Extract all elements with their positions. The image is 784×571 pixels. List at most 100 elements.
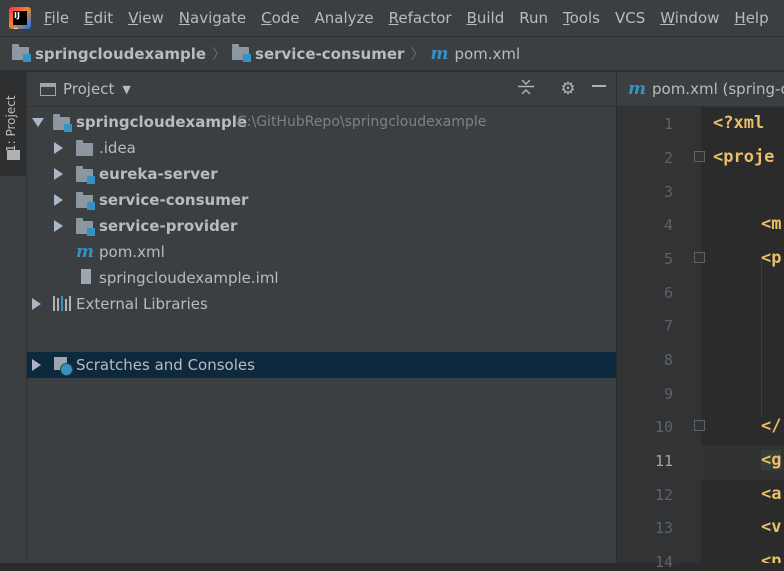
line-number: 3: [663, 183, 673, 201]
line-number: 10: [654, 418, 673, 436]
breadcrumb: springcloudexample 〉 service-consumer 〉 …: [0, 37, 784, 71]
tool-window-strip: 1: Project: [0, 72, 27, 563]
line-number: 9: [663, 385, 673, 403]
line-number: 14: [654, 553, 673, 571]
chevron-right-icon: 〉: [212, 46, 227, 63]
code-line: <a: [761, 484, 782, 504]
project-path: C:\GitHubRepo\springcloudexample: [237, 114, 487, 130]
tree-row-eureka-server[interactable]: eureka-server: [27, 161, 616, 187]
project-view-icon: [40, 82, 56, 96]
tree-row-iml[interactable]: springcloudexample.iml: [27, 265, 616, 291]
tree-label: eureka-server: [99, 165, 218, 183]
code-line: <v: [761, 517, 782, 537]
tree-label: .idea: [99, 139, 136, 157]
collapse-all-icon[interactable]: [515, 78, 537, 100]
tree-label: service-consumer: [99, 191, 249, 209]
line-number: 6: [663, 284, 673, 302]
module-folder-icon: [53, 114, 72, 132]
menu-vcs[interactable]: VCS: [615, 9, 645, 27]
menu-refactor[interactable]: Refactor: [389, 9, 452, 27]
code-line: <?xml: [713, 113, 765, 133]
chevron-down-icon[interactable]: ▼: [122, 83, 130, 96]
iml-file-icon: [81, 269, 91, 284]
breadcrumb-item-module[interactable]: service-consumer: [232, 44, 404, 63]
line-number: 1: [663, 115, 673, 133]
hide-icon[interactable]: [588, 78, 610, 100]
module-folder-icon: [76, 218, 95, 236]
code-line: <g: [761, 450, 782, 470]
project-panel: Project ▼ ⚙ springcloudexample C:\GitHub…: [27, 72, 616, 563]
tab-project[interactable]: 1: Project: [0, 72, 26, 176]
project-panel-header: Project ▼ ⚙: [27, 72, 616, 107]
code-line: </: [761, 416, 782, 436]
library-icon: [53, 296, 71, 311]
menu-edit[interactable]: Edit: [84, 9, 113, 27]
line-number: 4: [663, 216, 673, 234]
menu-bar: IJ _ File Edit View Navigate Code Analyze…: [0, 0, 784, 37]
line-number: 7: [663, 317, 673, 335]
line-number: 8: [663, 351, 673, 369]
tree-row-idea[interactable]: .idea: [27, 135, 616, 161]
menu-build[interactable]: Build: [467, 9, 505, 27]
chevron-right-icon: 〉: [410, 46, 425, 63]
menu-file[interactable]: File: [44, 9, 69, 27]
line-number: 5: [663, 250, 673, 268]
menu-navigate[interactable]: Navigate: [179, 9, 246, 27]
code-area[interactable]: <?xml <proje <m <p </ <g <a <v <p: [701, 107, 784, 563]
module-folder-icon: [76, 166, 95, 184]
chevron-right-icon[interactable]: [32, 359, 41, 371]
breadcrumb-item-project[interactable]: springcloudexample: [12, 44, 206, 63]
editor: m pom.xml (spring-c 1 2 3 4 5 6 7 8 9 10…: [617, 72, 784, 571]
menu-code[interactable]: Code: [261, 9, 299, 27]
chevron-right-icon[interactable]: [54, 220, 63, 232]
line-number-current: 11: [654, 452, 673, 470]
chevron-down-icon[interactable]: [32, 118, 44, 127]
chevron-right-icon[interactable]: [54, 194, 63, 206]
menu-help[interactable]: Help: [734, 9, 768, 27]
indent-guide: [761, 257, 762, 417]
module-folder-icon: [76, 192, 95, 210]
project-view-selector[interactable]: Project: [63, 80, 114, 98]
menu-run[interactable]: Run: [519, 9, 548, 27]
breadcrumb-item-file[interactable]: m pom.xml: [430, 44, 520, 64]
tree-row-service-consumer[interactable]: service-consumer: [27, 187, 616, 213]
menu-window[interactable]: Window: [660, 9, 719, 27]
tree-row-external-libraries[interactable]: External Libraries: [27, 291, 616, 317]
chevron-right-icon[interactable]: [54, 168, 63, 180]
intellij-logo-icon: IJ _: [9, 7, 31, 29]
tree-row-scratches[interactable]: Scratches and Consoles: [27, 352, 616, 378]
tree-label: springcloudexample.iml: [99, 269, 279, 287]
code-line: <m: [761, 214, 782, 234]
tree-label: pom.xml: [99, 243, 165, 261]
tree-label: External Libraries: [76, 295, 208, 313]
editor-tab-label: pom.xml (spring-c: [652, 80, 784, 98]
chevron-right-icon[interactable]: [32, 298, 41, 310]
tree-row-root[interactable]: springcloudexample C:\GitHubRepo\springc…: [27, 109, 616, 135]
folder-icon: [76, 140, 93, 156]
menu-tools[interactable]: Tools: [563, 9, 600, 27]
code-line: <p: [761, 551, 782, 563]
tree-row-service-provider[interactable]: service-provider: [27, 213, 616, 239]
code-line: <p: [761, 248, 782, 268]
tree-label: Scratches and Consoles: [76, 356, 255, 374]
maven-icon: m: [628, 79, 646, 99]
line-number-gutter: 1 2 3 4 5 6 7 8 9 10 11 12 13 14: [617, 107, 705, 571]
line-number: 12: [654, 486, 673, 504]
chevron-right-icon[interactable]: [54, 142, 63, 154]
menu-view[interactable]: View: [128, 9, 164, 27]
folder-icon: [7, 150, 20, 160]
menu-analyze[interactable]: Analyze: [315, 9, 374, 27]
line-number: 2: [663, 149, 673, 167]
tree-label: springcloudexample: [76, 113, 248, 131]
code-line: <proje: [713, 147, 775, 167]
module-folder-icon: [12, 44, 31, 62]
module-folder-icon: [232, 44, 252, 62]
tab-project-label: 1: Project: [4, 95, 18, 152]
gear-icon[interactable]: ⚙: [557, 78, 579, 100]
tree-row-pom[interactable]: m pom.xml: [27, 239, 616, 265]
line-number: 13: [654, 519, 673, 537]
maven-icon: m: [76, 242, 94, 262]
maven-icon: m: [430, 43, 449, 64]
tree-label: service-provider: [99, 217, 238, 235]
editor-tab[interactable]: m pom.xml (spring-c: [617, 72, 784, 107]
